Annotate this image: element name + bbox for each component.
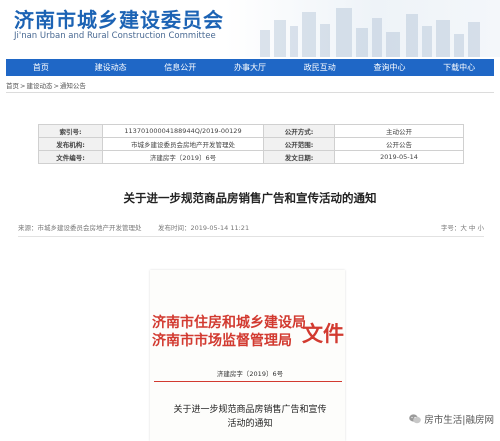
meta-key-index: 索引号: [38, 124, 103, 138]
article-source: 来源：市城乡建设委员会房地产开发管理处 [18, 224, 142, 232]
meta-value-issue-date: 2019-05-14 [334, 150, 464, 164]
meta-value-file-number: 济建房字〔2019〕6号 [102, 150, 264, 164]
document-issuer-block: 济南市住房和城乡建设局 济南市市场监督管理局 [152, 314, 306, 350]
meta-value-disclosure-method: 主动公开 [334, 124, 464, 138]
meta-value-disclosure-scope: 公开公告 [334, 137, 464, 151]
meta-value-index: 11370100004188944Q/2019-00129 [102, 124, 264, 138]
document-number: 济建房字〔2019〕6号 [216, 370, 284, 378]
wechat-icon [409, 414, 422, 424]
site-header: 济南市城乡建设委员会 Ji'nan Urban and Rural Constr… [0, 0, 500, 57]
meta-row: 文件编号: 济建房字〔2019〕6号 发文日期: 2019-05-14 [38, 150, 464, 164]
divider [18, 236, 484, 237]
article-title: 关于进一步规范商品房销售广告和宣传活动的通知 [123, 191, 377, 205]
meta-value-publisher: 市城乡建设委员会房地产开发管理处 [102, 137, 264, 151]
breadcrumb-home[interactable]: 首页 [6, 82, 19, 90]
breadcrumb-construction-news[interactable]: 建设动态 [26, 82, 52, 90]
breadcrumb-separator: > [53, 82, 59, 90]
site-title[interactable]: 济南市城乡建设委员会 [14, 4, 224, 33]
breadcrumb-separator: > [20, 82, 26, 90]
meta-row: 发布机构: 市城乡建设委员会房地产开发管理处 公开范围: 公开公告 [38, 137, 464, 151]
meta-key-file-number: 文件编号: [38, 150, 103, 164]
meta-key-publisher: 发布机构: [38, 137, 103, 151]
breadcrumb-notices[interactable]: 通知公告 [60, 82, 86, 90]
meta-key-issue-date: 发文日期: [263, 150, 335, 164]
meta-row: 索引号: 11370100004188944Q/2019-00129 公开方式:… [38, 124, 464, 138]
nav-info-disclosure[interactable]: 信息公开 [145, 59, 215, 76]
nav-construction-news[interactable]: 建设动态 [76, 59, 146, 76]
issuer-line-2: 济南市市场监督管理局 [152, 333, 292, 349]
article-publish-time: 发布时间：2019-05-14 11:21 [158, 224, 250, 232]
document-file-label: 文件 [302, 321, 344, 346]
nav-home[interactable]: 首页 [6, 59, 76, 76]
watermark: 房市生活|融房网 [409, 412, 494, 426]
meta-key-disclosure-method: 公开方式: [263, 124, 335, 138]
site-subtitle: Ji'nan Urban and Rural Construction Comm… [14, 31, 216, 41]
city-skyline-graphic [260, 8, 480, 57]
font-size-switcher[interactable]: 字号：大 中 小 [441, 222, 484, 232]
document-meta-table: 索引号: 11370100004188944Q/2019-00129 公开方式:… [38, 124, 464, 164]
breadcrumb: 首页>建设动态>通知公告 [6, 81, 494, 93]
main-nav: 首页 建设动态 信息公开 办事大厅 政民互动 查询中心 下载中心 [6, 59, 494, 76]
nav-service-hall[interactable]: 办事大厅 [215, 59, 285, 76]
document-red-rule [154, 381, 342, 382]
meta-key-disclosure-scope: 公开范围: [263, 137, 335, 151]
nav-query-center[interactable]: 查询中心 [355, 59, 425, 76]
watermark-text: 房市生活|融房网 [424, 415, 494, 426]
article-info-bar: 来源：市城乡建设委员会房地产开发管理处 发布时间：2019-05-14 11:2… [18, 222, 484, 232]
issuer-line-1: 济南市住房和城乡建设局 [152, 315, 306, 331]
nav-public-interaction[interactable]: 政民互动 [285, 59, 355, 76]
nav-download-center[interactable]: 下载中心 [424, 59, 494, 76]
